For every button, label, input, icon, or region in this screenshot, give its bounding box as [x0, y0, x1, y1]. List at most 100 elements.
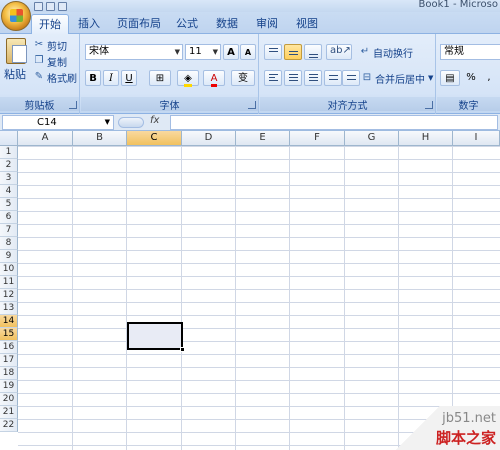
- bold-button[interactable]: B: [85, 70, 101, 86]
- orientation-button[interactable]: ab↗: [326, 44, 352, 60]
- row-header-19[interactable]: 19: [0, 380, 18, 393]
- tab-home[interactable]: 开始: [31, 14, 69, 34]
- align-right-button[interactable]: [304, 70, 322, 86]
- save-icon[interactable]: [34, 1, 43, 11]
- number-format-combo[interactable]: 常规: [440, 44, 500, 60]
- undo-icon[interactable]: [46, 1, 55, 11]
- align-bottom-button[interactable]: [304, 44, 322, 60]
- clipboard-dialog-launcher-icon[interactable]: [69, 101, 77, 109]
- underline-button[interactable]: U: [121, 70, 137, 86]
- row-header-17[interactable]: 17: [0, 354, 18, 367]
- row-header-6[interactable]: 6: [0, 211, 18, 224]
- align-center-button[interactable]: [284, 70, 302, 86]
- phonetic-button[interactable]: 变: [231, 70, 255, 86]
- ribbon-tabs: 开始 插入 页面布局 公式 数据 审阅 视图: [0, 12, 500, 34]
- align-left-button[interactable]: [264, 70, 282, 86]
- paste-icon[interactable]: [6, 38, 27, 64]
- name-box[interactable]: C14 ▼: [2, 115, 114, 130]
- office-button[interactable]: [1, 1, 31, 31]
- tab-view[interactable]: 视图: [290, 14, 324, 34]
- tab-page-layout[interactable]: 页面布局: [110, 14, 168, 34]
- fill-bucket-icon: ◈: [184, 73, 192, 87]
- wrap-text-label: 自动换行: [373, 48, 413, 60]
- formula-input[interactable]: [170, 115, 498, 130]
- column-header-h[interactable]: H: [399, 131, 453, 146]
- comma-button[interactable]: ,: [481, 70, 497, 86]
- grid-column-line: [235, 146, 236, 450]
- fill-handle[interactable]: [180, 347, 185, 352]
- row-header-10[interactable]: 10: [0, 263, 18, 276]
- accounting-format-button[interactable]: ▤: [440, 70, 460, 86]
- increase-indent-button[interactable]: [342, 70, 360, 86]
- quick-access-toolbar: [34, 0, 67, 12]
- font-color-button[interactable]: A: [203, 70, 225, 87]
- row-header-7[interactable]: 7: [0, 224, 18, 237]
- grow-font-button[interactable]: A: [223, 44, 239, 60]
- column-header-f[interactable]: F: [290, 131, 345, 146]
- number-format-value: 常规: [444, 46, 464, 57]
- select-all-corner[interactable]: [0, 131, 18, 146]
- tab-formulas[interactable]: 公式: [170, 14, 204, 34]
- font-group-label: 字体: [81, 97, 258, 112]
- grid-column-line: [72, 146, 73, 450]
- row-header-22[interactable]: 22: [0, 419, 18, 432]
- insert-function-icon[interactable]: fx: [150, 115, 159, 126]
- row-header-21[interactable]: 21: [0, 406, 18, 419]
- row-header-9[interactable]: 9: [0, 250, 18, 263]
- tab-review[interactable]: 审阅: [250, 14, 284, 34]
- percent-button[interactable]: %: [463, 70, 479, 86]
- watermark-name: 脚本之家: [435, 429, 496, 447]
- tab-data[interactable]: 数据: [210, 14, 244, 34]
- row-header-13[interactable]: 13: [0, 302, 18, 315]
- grid-column-line: [126, 146, 127, 450]
- column-header-e[interactable]: E: [236, 131, 290, 146]
- align-middle-button[interactable]: [284, 44, 302, 60]
- row-header-3[interactable]: 3: [0, 172, 18, 185]
- row-header-2[interactable]: 2: [0, 159, 18, 172]
- grid-column-line: [181, 146, 182, 450]
- fill-color-button[interactable]: ◈: [177, 70, 199, 87]
- merge-center-label: 合并后居中: [375, 74, 425, 86]
- row-header-15[interactable]: 15: [0, 328, 18, 341]
- format-painter-button[interactable]: ✎ 格式刷: [34, 70, 77, 85]
- italic-button[interactable]: I: [103, 70, 119, 86]
- row-header-16[interactable]: 16: [0, 341, 18, 354]
- merge-center-button[interactable]: ⊟ 合并后居中 ▼: [362, 71, 434, 86]
- column-header-d[interactable]: D: [182, 131, 236, 146]
- formula-bar-splitter[interactable]: [118, 117, 144, 128]
- row-header-4[interactable]: 4: [0, 185, 18, 198]
- row-header-12[interactable]: 12: [0, 289, 18, 302]
- copy-button[interactable]: ❐ 复制: [34, 54, 67, 69]
- borders-button[interactable]: ⊞: [149, 70, 171, 86]
- paste-button-label[interactable]: 粘贴: [4, 66, 26, 82]
- row-header-14[interactable]: 14: [0, 315, 18, 328]
- font-color-icon: A: [210, 73, 218, 87]
- column-header-b[interactable]: B: [73, 131, 127, 146]
- row-header-11[interactable]: 11: [0, 276, 18, 289]
- shrink-font-button[interactable]: A: [240, 44, 256, 60]
- row-header-5[interactable]: 5: [0, 198, 18, 211]
- tab-insert[interactable]: 插入: [72, 14, 106, 34]
- row-header-18[interactable]: 18: [0, 367, 18, 380]
- column-header-i[interactable]: I: [453, 131, 500, 146]
- selected-cell-c14[interactable]: [127, 322, 185, 352]
- align-top-button[interactable]: [264, 44, 282, 60]
- cut-button[interactable]: ✂ 剪切: [34, 38, 67, 53]
- currency-icon: ▤: [445, 73, 455, 84]
- alignment-dialog-launcher-icon[interactable]: [425, 101, 433, 109]
- font-size-combo[interactable]: 11 ▼: [185, 44, 221, 60]
- row-header-8[interactable]: 8: [0, 237, 18, 250]
- column-header-g[interactable]: G: [345, 131, 399, 146]
- font-name-combo[interactable]: 宋体 ▼: [85, 44, 183, 60]
- redo-icon[interactable]: [58, 1, 67, 11]
- font-dialog-launcher-icon[interactable]: [248, 101, 256, 109]
- decrease-indent-button[interactable]: [324, 70, 342, 86]
- wrap-text-icon: ↵: [360, 46, 370, 57]
- office-logo-icon: [10, 9, 23, 22]
- wrap-text-button[interactable]: ↵ 自动换行: [360, 45, 413, 60]
- column-header-a[interactable]: A: [18, 131, 73, 146]
- row-header-1[interactable]: 1: [0, 146, 18, 159]
- column-header-c[interactable]: C: [127, 131, 182, 146]
- row-header-20[interactable]: 20: [0, 393, 18, 406]
- chevron-down-icon: ▼: [212, 48, 218, 56]
